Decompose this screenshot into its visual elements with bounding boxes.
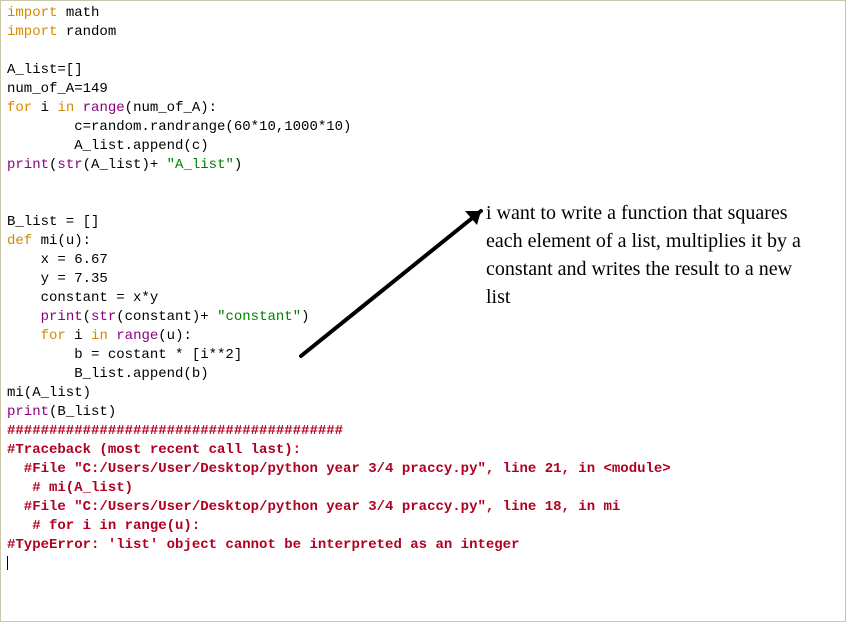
- paren: ): [301, 309, 309, 325]
- sp: [108, 328, 116, 344]
- traceback-line: #Traceback (most recent call last):: [7, 442, 301, 458]
- stmt: mi(A_list): [7, 385, 91, 401]
- kw-in: in: [57, 100, 74, 116]
- args: (num_of_A):: [125, 100, 217, 116]
- text-cursor: [7, 556, 8, 570]
- mod-random: random: [57, 24, 116, 40]
- stmt: c=random.randrange(60*10,1000*10): [7, 119, 351, 135]
- builtin-print: print: [7, 404, 49, 420]
- hash-divider: ########################################: [7, 423, 343, 439]
- traceback-line: #TypeError: 'list' object cannot be inte…: [7, 537, 519, 553]
- stmt: A_list=[]: [7, 62, 83, 78]
- traceback-line: #File "C:/Users/User/Desktop/python year…: [7, 499, 620, 515]
- kw-import: import: [7, 5, 57, 21]
- var: i: [32, 100, 57, 116]
- kw-in: in: [91, 328, 108, 344]
- args: (B_list): [49, 404, 116, 420]
- paren: (: [83, 309, 91, 325]
- traceback-line: #File "C:/Users/User/Desktop/python year…: [7, 461, 671, 477]
- code-editor: import math import random A_list=[] num_…: [0, 0, 846, 622]
- args: (u):: [158, 328, 192, 344]
- indent: [7, 328, 41, 344]
- annotation-text: i want to write a function that squares …: [486, 199, 806, 311]
- var: i: [66, 328, 91, 344]
- stmt: b = costant * [i**2]: [7, 347, 242, 363]
- mod-math: math: [57, 5, 99, 21]
- kw-for: for: [7, 100, 32, 116]
- stmt: y = 7.35: [7, 271, 108, 287]
- kw-import: import: [7, 24, 57, 40]
- args: (constant)+: [116, 309, 217, 325]
- stmt: B_list.append(b): [7, 366, 209, 382]
- builtin-range: range: [116, 328, 158, 344]
- kw-def: def: [7, 233, 32, 249]
- traceback-line: # mi(A_list): [7, 480, 133, 496]
- builtin-range: range: [83, 100, 125, 116]
- builtin-print: print: [41, 309, 83, 325]
- traceback-line: # for i in range(u):: [7, 518, 200, 534]
- indent: [7, 309, 41, 325]
- stmt: num_of_A=149: [7, 81, 108, 97]
- string-lit: "constant": [217, 309, 301, 325]
- kw-for: for: [41, 328, 66, 344]
- paren: ): [234, 157, 242, 173]
- stmt: B_list = []: [7, 214, 99, 230]
- builtin-str: str: [57, 157, 82, 173]
- stmt: constant = x*y: [7, 290, 158, 306]
- stmt: x = 6.67: [7, 252, 108, 268]
- func-sig: mi(u):: [32, 233, 91, 249]
- builtin-str: str: [91, 309, 116, 325]
- sp: [74, 100, 82, 116]
- stmt: A_list.append(c): [7, 138, 209, 154]
- builtin-print: print: [7, 157, 49, 173]
- args: (A_list)+: [83, 157, 167, 173]
- string-lit: "A_list": [167, 157, 234, 173]
